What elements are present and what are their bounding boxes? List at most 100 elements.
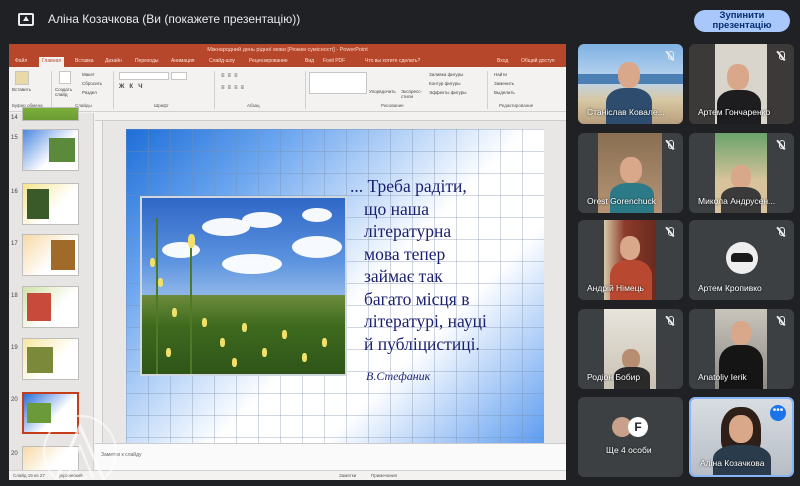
mic-off-icon xyxy=(665,227,675,237)
horizontal-ruler xyxy=(95,113,566,121)
font-name-field[interactable] xyxy=(119,72,169,80)
tab-view[interactable]: Вид xyxy=(305,58,314,64)
thumb-number: 15 xyxy=(11,135,18,141)
shape-outline-button[interactable]: Контур фигуры xyxy=(429,81,460,86)
participant-face xyxy=(731,165,751,189)
find-button[interactable]: Найти xyxy=(494,72,507,77)
participant-name: Orest Gorenchuck xyxy=(587,196,656,206)
stop-presenting-button[interactable]: Зупинити презентацію xyxy=(694,10,790,32)
mic-off-icon xyxy=(776,227,786,237)
participant-tile[interactable]: Микола Андрусен... xyxy=(689,133,794,213)
sign-in-link[interactable]: Вход xyxy=(497,58,508,64)
participant-face xyxy=(729,415,753,443)
tab-insert[interactable]: Вставка xyxy=(75,58,94,64)
quick-styles-button[interactable]: Экспресс-стили xyxy=(401,89,425,99)
paragraph-list-buttons[interactable]: ≡≡≡ xyxy=(221,73,241,79)
group-editing: Редактирование xyxy=(499,103,534,108)
presenting-title: Аліна Козачкова (Ви (покажете презентаці… xyxy=(48,12,301,26)
participant-tile[interactable]: Артем Кропивко xyxy=(689,220,794,300)
mic-off-icon xyxy=(776,316,786,326)
shape-fill-button[interactable]: Заливка фигуры xyxy=(429,72,463,77)
mic-off-icon xyxy=(665,51,675,61)
thumb-number: 20 xyxy=(11,397,18,403)
participant-name: Станіслав Ковале... xyxy=(587,107,665,117)
tab-transitions[interactable]: Переходы xyxy=(135,58,158,64)
participant-face xyxy=(618,62,640,88)
participant-face xyxy=(727,64,749,90)
comments-toggle[interactable]: Примечания xyxy=(371,473,397,478)
present-screen-icon xyxy=(18,13,34,26)
thumb-number: 14 xyxy=(11,115,18,121)
participant-tile[interactable]: Родіон Бобир xyxy=(578,309,683,389)
replace-button[interactable]: Заменить xyxy=(494,81,514,86)
participant-name: Аліна Козачкова xyxy=(700,458,765,468)
font-format-buttons[interactable]: ЖКЧ xyxy=(119,84,147,90)
new-slide-icon xyxy=(59,71,71,84)
shape-effects-button[interactable]: Эффекты фигуры xyxy=(429,90,467,95)
slide-quote-text: ... Треба радіти, що наша літературна мо… xyxy=(350,176,487,354)
ppt-ribbon-tabs: Файл Главная Вставка Дизайн Переходы Ани… xyxy=(9,57,566,67)
new-slide-button[interactable]: Создать слайд xyxy=(55,87,77,97)
participant-tile[interactable]: Станіслав Ковале... xyxy=(578,44,683,124)
vertical-ruler xyxy=(95,121,103,443)
shared-screen-powerpoint: Міжнародний день рідної мови [Режим сумі… xyxy=(9,44,566,480)
ppt-ribbon: Вставить Создать слайд Макет Сбросить Ра… xyxy=(9,67,566,112)
tab-home[interactable]: Главная xyxy=(39,57,65,67)
tell-me-search[interactable]: Что вы хотите сделать? xyxy=(365,58,420,64)
thumb-number: 17 xyxy=(11,241,18,247)
tab-animation[interactable]: Анимация xyxy=(171,58,194,64)
shapes-gallery[interactable] xyxy=(309,72,367,94)
participant-face xyxy=(622,349,640,369)
more-participants-label: Ще 4 особи xyxy=(606,445,652,455)
slide-thumbnail[interactable] xyxy=(22,286,79,328)
svg-text:ФК: ФК xyxy=(67,473,88,480)
section-button[interactable]: Раздел xyxy=(82,90,97,95)
current-slide[interactable]: ... Треба радіти, що наша літературна мо… xyxy=(126,129,544,443)
slide-thumbnail[interactable] xyxy=(22,129,79,171)
top-bar: Аліна Козачкова (Ви (покажете презентаці… xyxy=(0,0,800,40)
select-button[interactable]: Выделить xyxy=(494,90,515,95)
font-size-field[interactable] xyxy=(171,72,187,80)
slide-thumbnail[interactable] xyxy=(22,338,79,380)
participant-tile[interactable]: Андрій Німець xyxy=(578,220,683,300)
participant-tile[interactable]: Orest Gorenchuck xyxy=(578,133,683,213)
slide-thumbnail[interactable] xyxy=(22,234,79,276)
tab-slideshow[interactable]: Слайд-шоу xyxy=(209,58,235,64)
slide-author: В.Стефаник xyxy=(366,369,431,383)
school-logo-watermark: ФК xyxy=(43,415,117,480)
thumb-number: 16 xyxy=(11,189,18,195)
self-participant-tile[interactable]: ••• Аліна Козачкова xyxy=(689,397,794,477)
participant-face xyxy=(731,321,751,345)
tab-review[interactable]: Рецензирование xyxy=(249,58,288,64)
reset-button[interactable]: Сбросить xyxy=(82,81,102,86)
participant-tile[interactable]: Anatoliy Ierik xyxy=(689,309,794,389)
thumb-number: 20 xyxy=(11,451,18,457)
ppt-window-title: Міжнародний день рідної мови [Режим сумі… xyxy=(9,44,566,57)
slide-thumbnail[interactable] xyxy=(22,183,79,225)
group-paragraph: Абзац xyxy=(247,103,260,108)
participant-tile[interactable]: Артем Гончаренко xyxy=(689,44,794,124)
slide-thumbnail[interactable] xyxy=(22,107,79,121)
thumb-number: 18 xyxy=(11,293,18,299)
notes-toggle[interactable]: Заметки xyxy=(339,473,356,478)
notes-pane[interactable]: Заметки к слайду xyxy=(95,443,566,470)
more-participants-tile[interactable]: F Ще 4 особи xyxy=(578,397,683,477)
paste-button[interactable]: Вставить xyxy=(12,87,31,92)
arrange-button[interactable]: Упорядочить xyxy=(369,89,396,94)
group-drawing: Рисование xyxy=(381,103,404,108)
paragraph-align-buttons[interactable]: ≡≡≡≡ xyxy=(221,85,247,91)
mic-off-icon xyxy=(776,51,786,61)
layout-button[interactable]: Макет xyxy=(82,72,95,77)
participant-face xyxy=(620,157,642,183)
participant-name: Anatoliy Ierik xyxy=(698,372,747,382)
tab-foxit[interactable]: Foxit PDF xyxy=(323,58,345,64)
more-options-icon[interactable]: ••• xyxy=(770,405,786,421)
avatar xyxy=(726,242,758,274)
tab-file[interactable]: Файл xyxy=(15,58,27,64)
participant-name: Андрій Німець xyxy=(587,283,644,293)
tab-design[interactable]: Дизайн xyxy=(105,58,122,64)
slide-editor: ... Треба радіти, що наша літературна мо… xyxy=(95,113,566,443)
participant-face xyxy=(620,236,640,260)
share-button[interactable]: Общий доступ xyxy=(521,58,555,64)
participant-name: Микола Андрусен... xyxy=(698,196,776,206)
